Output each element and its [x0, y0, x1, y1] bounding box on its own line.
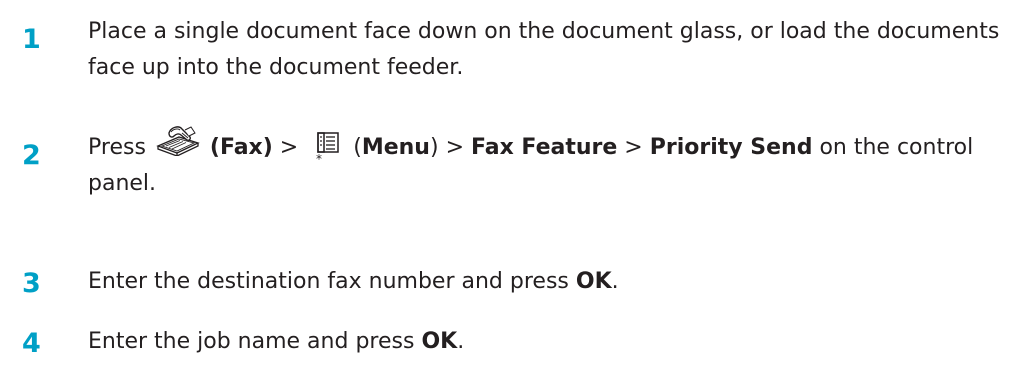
svg-text:*: * — [316, 152, 322, 163]
menu-paren-close: ) — [429, 135, 439, 160]
separator: > — [445, 135, 464, 160]
menu-paren-open: ( — [353, 135, 362, 160]
step-number: 1 — [22, 24, 41, 55]
step-number: 2 — [22, 140, 41, 171]
press-text: Press — [88, 135, 146, 160]
fax-icon — [155, 124, 201, 157]
separator: > — [279, 135, 299, 160]
ok-label: OK — [575, 269, 612, 294]
step-text: Press (Fax) > * (Menu) > Fax Feature > P… — [88, 126, 1023, 202]
priority-send-label: Priority Send — [649, 135, 813, 160]
separator: > — [624, 135, 643, 160]
ok-label: OK — [421, 329, 458, 354]
period: . — [457, 329, 465, 354]
step-number: 4 — [22, 328, 41, 359]
fax-label: (Fax) — [209, 135, 273, 160]
period: . — [611, 269, 619, 294]
step-text-body: Enter the job name and press — [88, 329, 415, 354]
step-text: Place a single document face down on the… — [88, 19, 1000, 80]
step-text: Enter the destination fax number and pre… — [88, 264, 1023, 300]
step-number: 3 — [22, 268, 41, 299]
fax-feature-label: Fax Feature — [471, 135, 618, 160]
step-text: Enter the job name and press OK. — [88, 324, 1023, 360]
step-text-body: Enter the destination fax number and pre… — [88, 269, 569, 294]
menu-icon: * — [315, 131, 347, 166]
menu-label: Menu — [361, 135, 430, 160]
